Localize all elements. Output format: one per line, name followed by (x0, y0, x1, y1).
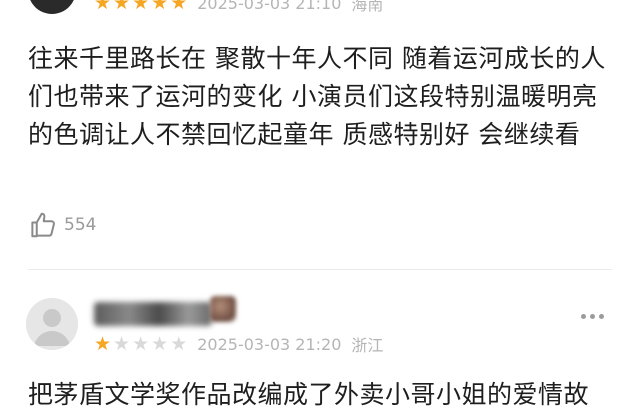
avatar[interactable] (26, 298, 78, 350)
default-avatar-icon (26, 298, 78, 350)
star-icon: ★ (170, 0, 188, 14)
star-icon: ★ (151, 332, 169, 355)
review-location: 海南 (351, 0, 384, 14)
star-rating: ★ ★ ★ ★ ★ (94, 0, 187, 13)
like-button[interactable]: 554 (28, 210, 96, 240)
username[interactable] (94, 302, 212, 326)
user-badge (210, 296, 236, 322)
star-icon: ★ (132, 0, 150, 14)
review-content: 把茅盾文学奖作品改编成了外卖小哥小姐的爱情故 (28, 380, 590, 408)
star-icon: ★ (170, 332, 188, 355)
star-icon: ★ (113, 332, 131, 355)
star-icon: ★ (113, 0, 131, 14)
avatar[interactable] (28, 0, 76, 14)
star-icon: ★ (151, 0, 169, 14)
review-content: 往来千里路长在 聚散十年人不同 随着运河成长的人们也带来了运河的变化 小演员们这… (28, 44, 606, 149)
review-meta: ★ ★ ★ ★ ★ 2025-03-03 21:20 浙江 (94, 332, 383, 356)
more-dots-icon[interactable] (581, 314, 604, 319)
star-icon: ★ (94, 332, 112, 355)
review-location: 浙江 (351, 336, 384, 355)
comment-list: ★ ★ ★ ★ ★ 2025-03-03 21:10 海南 往来千里路长在 聚散… (0, 0, 636, 408)
star-icon: ★ (94, 0, 112, 14)
star-icon: ★ (132, 332, 150, 355)
review-date: 2025-03-03 21:20 (197, 334, 342, 354)
star-rating: ★ ★ ★ ★ ★ (94, 332, 188, 355)
divider (28, 269, 612, 270)
review-date: 2025-03-03 21:10 (197, 0, 342, 13)
thumbs-up-icon (31, 212, 55, 238)
like-count: 554 (64, 215, 97, 235)
review-meta: ★ ★ ★ ★ ★ 2025-03-03 21:10 海南 (94, 0, 383, 14)
